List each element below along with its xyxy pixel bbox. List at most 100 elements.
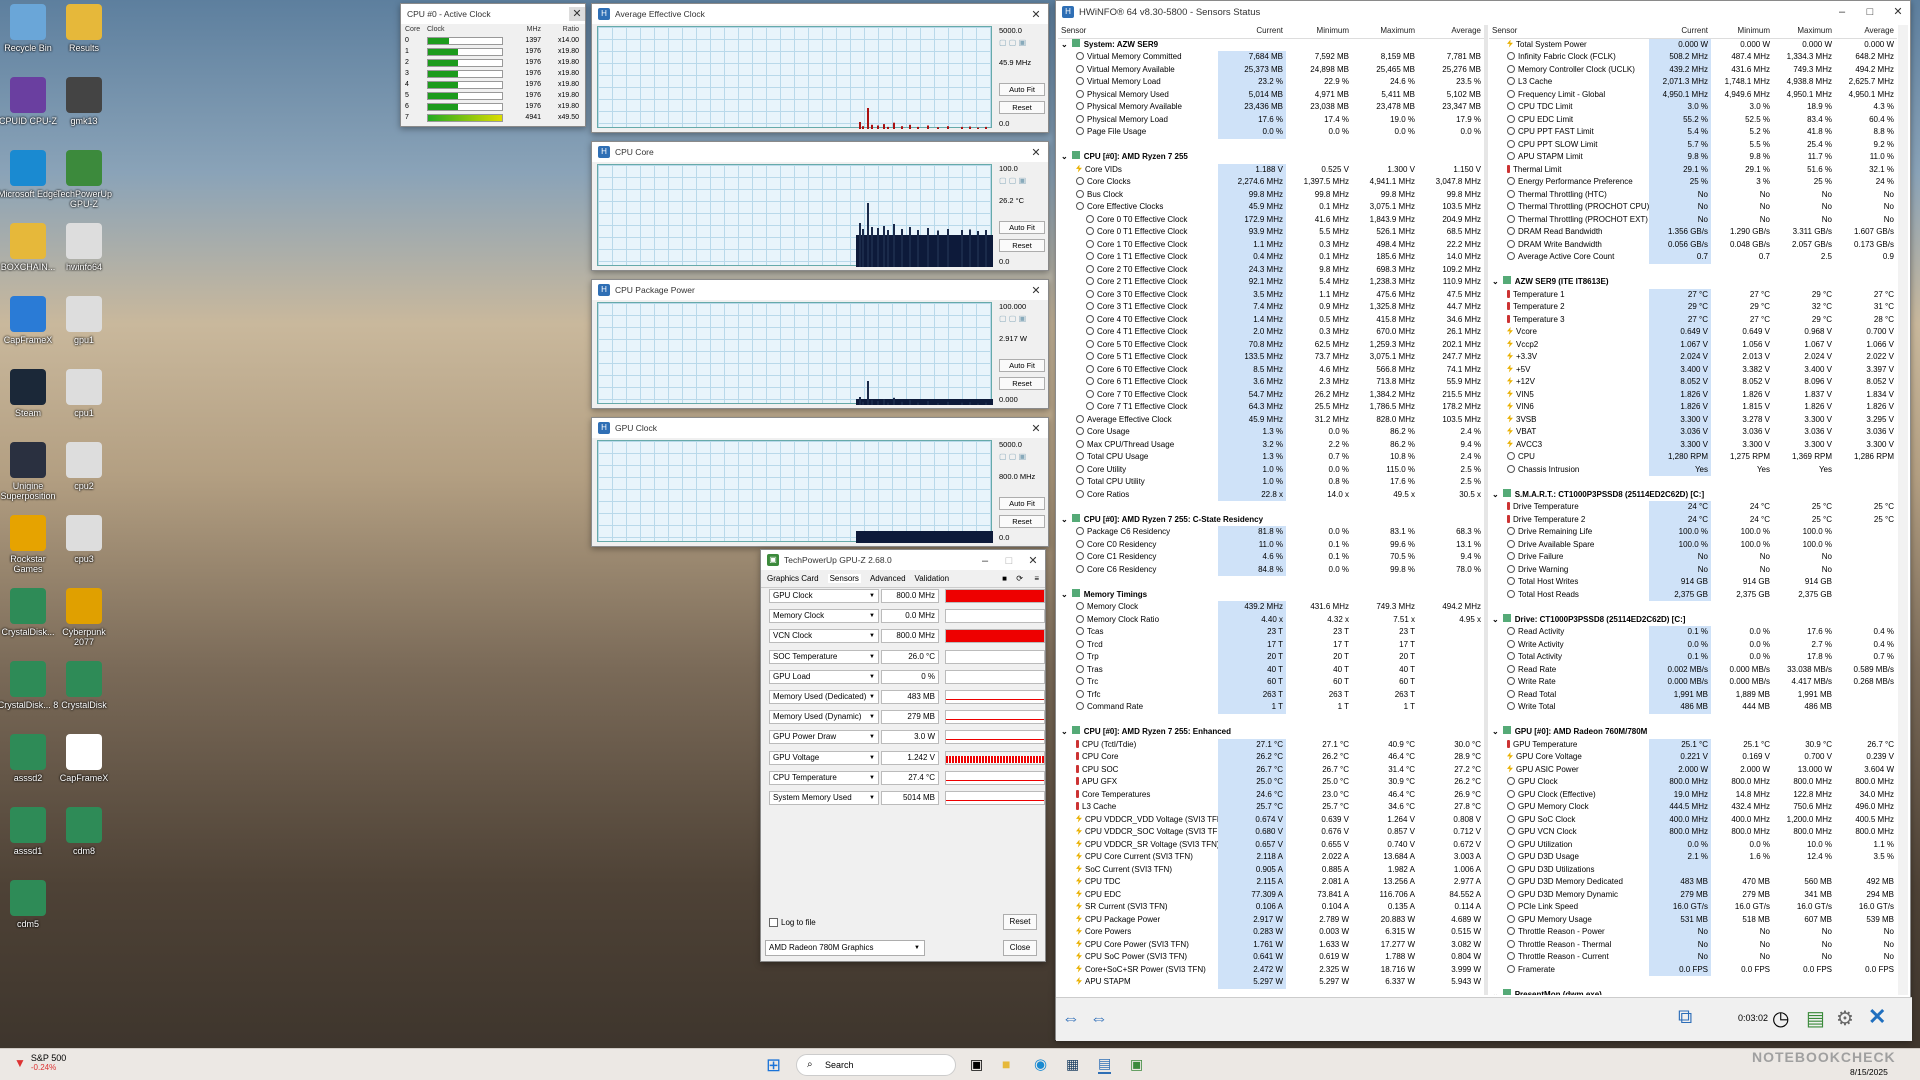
gpuz-task-icon[interactable]: ▣ [1130,1056,1143,1073]
auto-fit-button[interactable]: Auto Fit [999,497,1045,510]
collapse-icon[interactable]: ⌄ [1061,727,1068,736]
sensor-row[interactable]: Core Usage 1.3 % 0.0 % 86.2 % 2.4 % [1058,426,1484,439]
sensor-row[interactable]: APU STAPM 5.297 W 5.297 W 6.337 W 5.943 W [1058,976,1484,989]
auto-fit-button[interactable]: Auto Fit [999,83,1045,96]
sensor-group[interactable]: ⌄ GPU [#0]: AMD Radeon 760M/780M [1489,726,1897,739]
sensor-group[interactable]: ⌄ Drive: CT1000P3PSSD8 (25114ED2C62D) [C:… [1489,613,1897,626]
sensor-row[interactable]: PCIe Link Speed 16.0 GT/s 16.0 GT/s 16.0 GT… [1489,901,1897,914]
sensor-row[interactable]: Virtual Memory Available 25,373 MB 24,898 … [1058,63,1484,76]
clock-icon[interactable]: ◷ [1772,1006,1789,1031]
desktop-icon[interactable]: Microsoft Edge [0,150,60,199]
sensor-row[interactable]: Throttle Reason - Thermal No No No No [1489,938,1897,951]
log-to-file[interactable]: Log to file [769,918,816,927]
sensor-group[interactable]: ⌄ CPU [#0]: AMD Ryzen 7 255 [1058,151,1484,164]
sensor-row[interactable]: Core 2 T1 Effective Clock 92.1 MHz 5.4 MHz… [1058,276,1484,289]
sensor-row[interactable]: CPU VDDCR_SOC Voltage (SVI3 TFN) 0.680 V 0… [1058,826,1484,839]
sensor-row[interactable]: Vcore 0.649 V 0.649 V 0.968 V 0.700 V [1489,326,1897,339]
sensor-pane-left[interactable]: Sensor Current Minimum Maximum Average ⌄… [1058,25,1484,995]
sensor-row[interactable]: VIN5 1.826 V 1.826 V 1.837 V 1.834 V [1489,388,1897,401]
sensor-row[interactable]: +5V 3.400 V 3.382 V 3.400 V 3.397 V [1489,363,1897,376]
sensor-row[interactable]: APU STAPM Limit 9.8 % 9.8 % 11.7 % 11.0 % [1489,151,1897,164]
sensor-row[interactable]: Core 7 T1 Effective Clock 64.3 MHz 25.5 MH… [1058,401,1484,414]
pane-divider[interactable] [1484,25,1488,995]
collapse-icon[interactable]: ⌄ [1061,152,1068,161]
gpuz-sensor-row[interactable]: VCN Clock800.0 MHz [769,628,1045,644]
desktop-icon[interactable]: CapFrameX [0,296,60,345]
sensor-row[interactable]: GPU D3D Memory Dynamic 279 MB 279 MB 341 MB… [1489,888,1897,901]
desktop-icon[interactable]: cpu3 [52,515,116,564]
gpuz-sensor-row[interactable]: SOC Temperature26.0 °C [769,649,1045,665]
desktop-icon[interactable]: Rockstar Games [0,515,60,574]
sensor-row[interactable]: +3.3V 2.024 V 2.013 V 2.024 V 2.022 V [1489,351,1897,364]
edge-icon[interactable]: ◉ [1034,1055,1047,1073]
sensor-row[interactable]: Thermal Throttling (HTC) No No No No [1489,188,1897,201]
sensor-row[interactable]: Core 0 T0 Effective Clock 172.9 MHz 41.6 M… [1058,213,1484,226]
desktop-icon[interactable]: cdm5 [0,880,60,929]
desktop-icon[interactable]: asssd1 [0,807,60,856]
sensor-row[interactable]: Frequency Limit - Global 4,950.1 MHz 4,949… [1489,88,1897,101]
search-box[interactable]: ⌕ Search [796,1054,956,1076]
desktop-icon[interactable]: cdm8 [52,807,116,856]
col-maximum[interactable]: Maximum [1352,25,1418,39]
sensor-row[interactable]: Core VIDs 1.188 V 0.525 V 1.300 V 1.150 V [1058,163,1484,176]
sensor-row[interactable]: Temperature 3 27 °C 27 °C 29 °C 28 °C [1489,313,1897,326]
graph-toggle-icons[interactable]: ▢ ▢ ▣ [999,314,1026,323]
minimize-icon[interactable]: – [1830,1,1854,23]
sensor-row[interactable]: SR Current (SVI3 TFN) 0.106 A 0.104 A 0.135… [1058,901,1484,914]
sensor-row[interactable]: Drive Remaining Life 100.0 % 100.0 % 100.0 … [1489,526,1897,539]
desktop-icon[interactable]: gpu1 [52,296,116,345]
gpuz-sensor-row[interactable]: GPU Voltage1.242 V [769,750,1045,766]
sensor-row[interactable]: Write Activity 0.0 % 0.0 % 2.7 % 0.4 % [1489,638,1897,651]
sensor-row[interactable]: Thermal Throttling (PROCHOT EXT) No No No No [1489,213,1897,226]
sensor-row[interactable]: Drive Temperature 24 °C 24 °C 25 °C 25 °C [1489,501,1897,514]
sensor-row[interactable]: Total Host Writes 914 GB 914 GB 914 GB [1489,576,1897,589]
sensor-row[interactable]: Core Temperatures 24.6 °C 23.0 °C 46.4 °C 26… [1058,788,1484,801]
close-icon[interactable]: ✕ [1024,418,1048,440]
sensor-row[interactable]: Drive Available Spare 100.0 % 100.0 % 100.0… [1489,538,1897,551]
exit-icon[interactable]: ✕ [1868,1004,1886,1030]
sensor-row[interactable]: Core 6 T0 Effective Clock 8.5 MHz 4.6 MHz 5… [1058,363,1484,376]
sensor-row[interactable]: Trfc 263 T 263 T 263 T [1058,688,1484,701]
sensor-row[interactable]: SoC Current (SVI3 TFN) 0.905 A 0.885 A 1.98… [1058,863,1484,876]
desktop-icon[interactable]: asssd2 [0,734,60,783]
desktop-icon[interactable]: CrystalDisk [52,661,116,710]
desktop-icon[interactable]: CrystalDisk... 8 [0,661,60,710]
sensor-group[interactable]: ⌄ CPU [#0]: AMD Ryzen 7 255: Enhanced [1058,726,1484,739]
sensor-name-dropdown[interactable]: Memory Used (Dedicated) [769,690,879,704]
sensor-row[interactable]: Thermal Limit 29.1 % 29.1 % 51.6 % 32.1 % [1489,163,1897,176]
gpuz-sensor-row[interactable]: GPU Load0 % [769,669,1045,685]
hwinfo-task-icon[interactable]: ▤ [1098,1055,1112,1074]
task-view-icon[interactable]: ▣ [970,1056,983,1073]
sensor-row[interactable]: Core 1 T0 Effective Clock 1.1 MHz 0.3 MHz 4… [1058,238,1484,251]
sensor-row[interactable]: Trcd 17 T 17 T 17 T [1058,638,1484,651]
sensor-row[interactable]: GPU Memory Usage 531 MB 518 MB 607 MB 539 MB [1489,913,1897,926]
sensor-row[interactable]: Core Powers 0.283 W 0.003 W 6.315 W 0.515 W [1058,926,1484,939]
sensor-row[interactable]: CPU VDDCR_SR Voltage (SVI3 TFN) 0.657 V 0.… [1058,838,1484,851]
desktop-icon[interactable]: Steam [0,369,60,418]
col-minimum[interactable]: Minimum [1711,25,1773,39]
desktop-icon[interactable]: BOXCHAIN... [0,223,60,272]
graph-window[interactable]: H CPU Core ✕ 100.0 ▢ ▢ ▣ 26.2 °C Auto Fit Reset… [591,141,1049,271]
sensor-row[interactable]: Write Rate 0.000 MB/s 0.000 MB/s 4.417 MB/s… [1489,676,1897,689]
sensor-row[interactable]: CPU EDC 77.309 A 73.841 A 116.706 A 84.552 A [1058,888,1484,901]
sensor-row[interactable]: GPU D3D Usage 2.1 % 1.6 % 12.4 % 3.5 % [1489,851,1897,864]
sensor-row[interactable]: Virtual Memory Committed 7,684 MB 7,592 MB… [1058,51,1484,64]
sensor-name-dropdown[interactable]: GPU Power Draw [769,730,879,745]
gpuz-sensor-row[interactable]: Memory Clock0.0 MHz [769,608,1045,624]
collapse-right-icon[interactable]: ⇔ [1090,1008,1108,1029]
sensor-row[interactable]: CPU VDDCR_VDD Voltage (SVI3 TFN) 0.674 V 0… [1058,813,1484,826]
reset-button[interactable]: Reset [999,515,1045,528]
sensor-row[interactable]: Framerate 0.0 FPS 0.0 FPS 0.0 FPS 0.0 FPS [1489,963,1897,976]
collapse-icon[interactable]: ⌄ [1492,277,1499,286]
close-icon[interactable]: ✕ [1021,550,1045,572]
sensor-row[interactable]: Physical Memory Used 5,014 MB 4,971 MB 5,41… [1058,88,1484,101]
gpuz-sensor-row[interactable]: CPU Temperature27.4 °C [769,770,1045,786]
sensor-row[interactable]: GPU ASIC Power 2.000 W 2.000 W 13.000 W 3.60… [1489,763,1897,776]
sensor-row[interactable]: GPU Utilization 0.0 % 0.0 % 10.0 % 1.1 % [1489,838,1897,851]
sensor-row[interactable]: Core 5 T1 Effective Clock 133.5 MHz 73.7 M… [1058,351,1484,364]
sensor-row[interactable]: Core Ratios 22.8 x 14.0 x 49.5 x 30.5 x [1058,488,1484,501]
desktop-icon[interactable]: TechPowerUp GPU-Z [52,150,116,209]
sensor-row[interactable]: Virtual Memory Load 23.2 % 22.9 % 24.6 % 23.… [1058,76,1484,89]
col-average[interactable]: Average [1835,25,1897,39]
sensor-row[interactable]: Core 3 T0 Effective Clock 3.5 MHz 1.1 MHz 4… [1058,288,1484,301]
